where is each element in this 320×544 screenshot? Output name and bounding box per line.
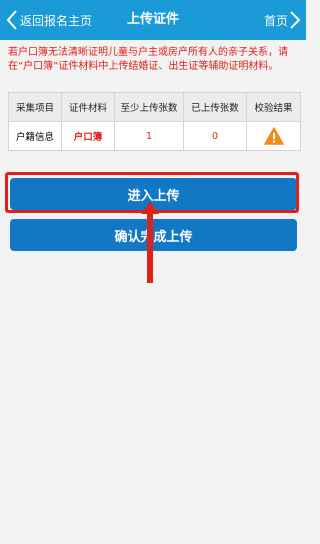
notice-text: 若户口簿无法清晰证明儿童与户主或房产所有人的亲子关系，请在“户口簿”证件材料中上… <box>8 47 288 72</box>
top-bar: 返回报名主页 上传证件 首页 <box>0 0 306 40</box>
warning-icon <box>263 127 284 145</box>
documents-table: 采集项目 证件材料 至少上传张数 已上传张数 校验结果 户籍信息 户口簿 1 0 <box>8 92 301 151</box>
home-label: 首页 <box>263 13 288 28</box>
cell-uploaded-count: 0 <box>183 121 247 151</box>
header-collection-item: 采集项目 <box>8 92 62 122</box>
back-label: 返回报名主页 <box>20 13 93 28</box>
header-check-result: 校验结果 <box>246 92 301 122</box>
table-header-row: 采集项目 证件材料 至少上传张数 已上传张数 校验结果 <box>8 92 301 122</box>
header-min-count: 至少上传张数 <box>114 92 184 122</box>
chevron-right-icon <box>290 11 301 29</box>
header-document: 证件材料 <box>61 92 115 122</box>
table-row: 户籍信息 户口簿 1 0 <box>8 121 301 151</box>
document-link[interactable]: 户口簿 <box>74 132 103 143</box>
cell-document[interactable]: 户口簿 <box>61 121 115 151</box>
chevron-left-icon <box>6 10 17 30</box>
cell-item: 户籍信息 <box>8 121 62 151</box>
arrow-up-icon <box>141 202 159 283</box>
cell-min-count: 1 <box>114 121 184 151</box>
header-uploaded-count: 已上传张数 <box>183 92 247 122</box>
cell-check-result <box>246 121 301 151</box>
back-button[interactable]: 返回报名主页 <box>4 0 92 40</box>
home-button[interactable]: 首页 <box>264 0 302 40</box>
